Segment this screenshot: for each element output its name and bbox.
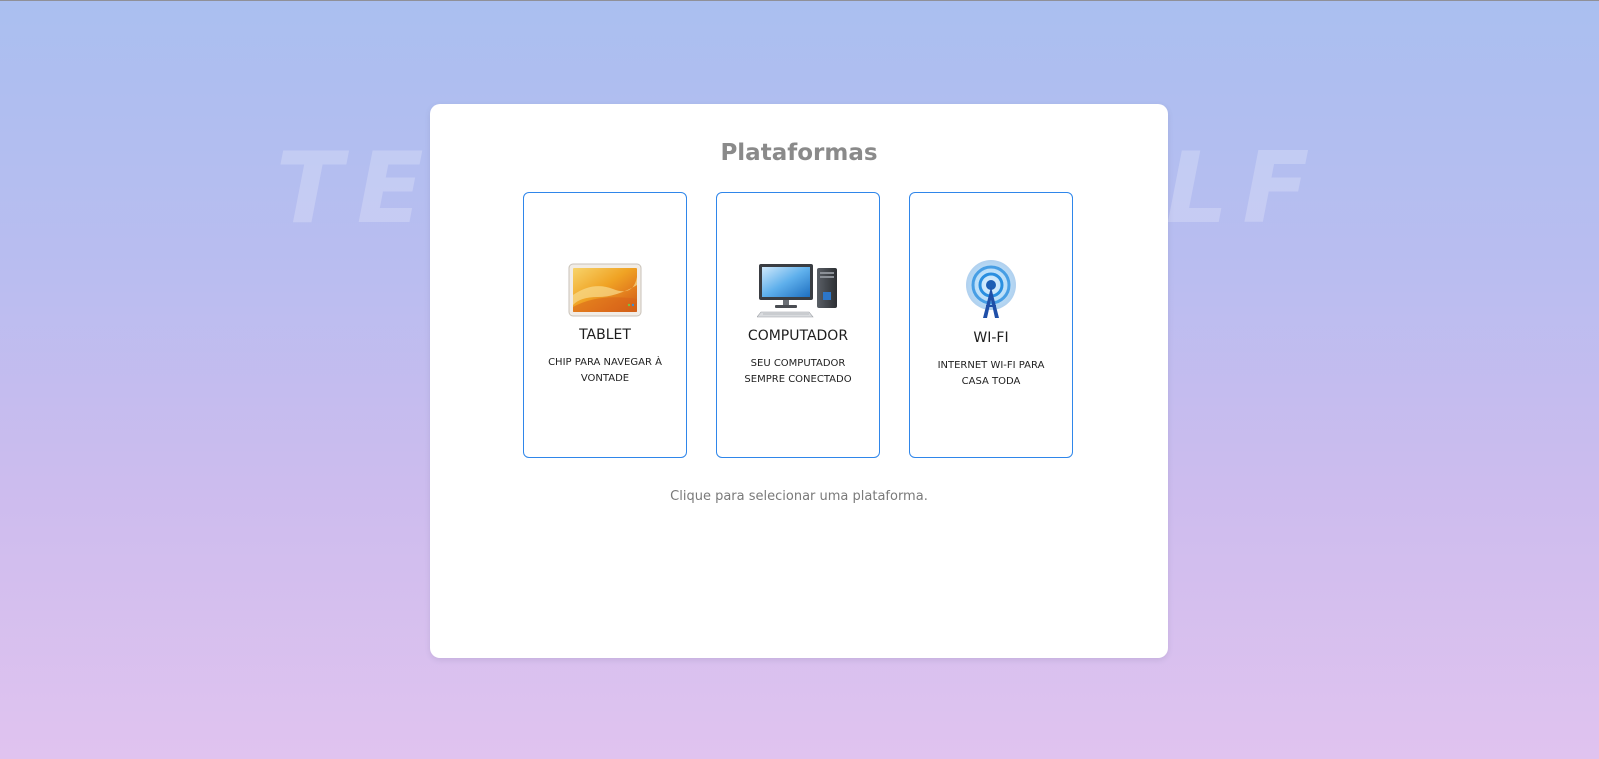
platform-description: SEU COMPUTADOR SEMPRE CONECTADO — [744, 358, 852, 385]
platform-option-wifi[interactable]: WI-FI INTERNET WI-FI PARA CASA TODA — [909, 192, 1073, 458]
desktop-computer-icon — [757, 264, 837, 318]
platform-option-tablet[interactable]: TABLET CHIP PARA NAVEGAR À VONTADE — [523, 192, 687, 458]
platform-options: TABLET CHIP PARA NAVEGAR À VONTADE COMPU… — [523, 192, 1075, 460]
top-border-line — [0, 0, 1599, 1]
tablet-icon — [568, 263, 642, 317]
platform-label: WI-FI — [973, 330, 1009, 346]
wifi-tower-icon — [966, 260, 1016, 318]
selection-hint: Clique para selecionar uma plataforma. — [670, 489, 928, 504]
platform-label: COMPUTADOR — [747, 328, 849, 344]
platform-description: INTERNET WI-FI PARA CASA TODA — [937, 360, 1045, 387]
platform-option-computer[interactable]: COMPUTADOR SEU COMPUTADOR SEMPRE CONECTA… — [716, 192, 880, 458]
platform-description: CHIP PARA NAVEGAR À VONTADE — [548, 357, 662, 384]
platform-card: Plataformas TABLET CHIP PARA NAVEGAR À V… — [430, 104, 1168, 658]
platform-label: TABLET — [579, 327, 631, 343]
page-title: Plataformas — [720, 140, 878, 166]
